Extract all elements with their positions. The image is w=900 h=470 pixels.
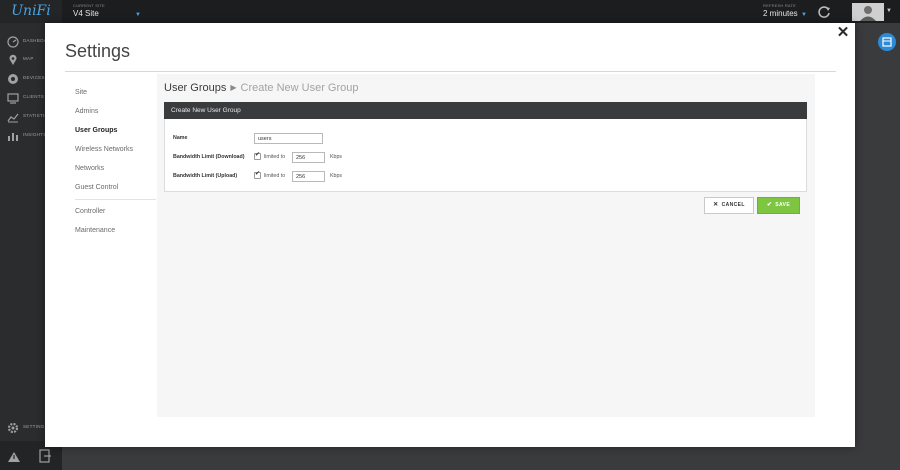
breadcrumb: User Groups ▶ Create New User Group <box>164 82 359 94</box>
settings-nav-admins[interactable]: Admins <box>75 108 98 115</box>
breadcrumb-current: Create New User Group <box>240 82 359 94</box>
bar-chart-icon <box>8 133 18 141</box>
download-unit: Kbps <box>330 154 343 160</box>
settings-modal: ✕ Settings Site Admins User Groups Wirel… <box>45 23 855 447</box>
cancel-button-label: CANCEL <box>721 202 745 208</box>
chevron-down-icon: ▼ <box>135 12 141 18</box>
settings-nav-user-groups[interactable]: User Groups <box>75 127 117 134</box>
refresh-rate-selector[interactable]: REFRESH RATE 2 minutes ▼ <box>763 3 813 23</box>
check-icon: ✔ <box>255 152 261 158</box>
alert-icon[interactable] <box>8 452 20 462</box>
settings-nav-site[interactable]: Site <box>75 89 87 96</box>
settings-nav-networks[interactable]: Networks <box>75 165 104 172</box>
calendar-icon[interactable] <box>878 33 896 51</box>
dashboard-icon <box>7 36 19 48</box>
download-limit-input[interactable] <box>292 152 325 163</box>
top-bar: UniFi CURRENT SITE V4 Site ▼ REFRESH RAT… <box>0 0 900 23</box>
check-icon: ✔ <box>766 202 773 208</box>
line-chart-icon <box>7 113 19 123</box>
site-selector[interactable]: CURRENT SITE V4 Site ▼ <box>73 3 143 23</box>
upload-limit-input[interactable] <box>292 171 325 182</box>
close-icon: ✕ <box>713 202 719 208</box>
download-limit-checkbox[interactable]: ✔ <box>254 152 261 160</box>
name-label: Name <box>173 135 188 141</box>
check-icon: ✔ <box>255 171 261 177</box>
save-button-label: SAVE <box>775 202 791 208</box>
exit-icon[interactable] <box>38 449 52 463</box>
settings-nav-controller[interactable]: Controller <box>75 208 105 215</box>
chevron-right-icon: ▶ <box>230 83 237 92</box>
upload-limited-to-label: limited to <box>264 173 286 179</box>
divider <box>75 199 156 200</box>
breadcrumb-root[interactable]: User Groups <box>164 82 226 94</box>
unifi-logo: UniFi <box>0 0 62 23</box>
avatar[interactable] <box>852 3 884 21</box>
name-input[interactable] <box>254 133 323 144</box>
settings-nav-wireless-networks[interactable]: Wireless Networks <box>75 146 133 153</box>
gear-icon <box>7 422 19 434</box>
upload-limit-checkbox[interactable]: ✔ <box>254 171 261 179</box>
upload-limit-label: Bandwidth Limit (Upload) <box>173 173 238 179</box>
map-pin-icon <box>9 54 17 65</box>
monitor-icon <box>7 93 19 104</box>
divider <box>65 71 836 72</box>
chevron-down-icon: ▼ <box>801 12 807 18</box>
settings-nav-guest-control[interactable]: Guest Control <box>75 184 118 191</box>
download-limited-to-label: limited to <box>264 154 286 160</box>
download-limit-label: Bandwidth Limit (Download) <box>173 154 245 160</box>
user-group-form: Name Bandwidth Limit (Download) ✔ limite… <box>164 119 807 192</box>
reload-icon[interactable] <box>816 4 832 20</box>
nav-item-label: MAP <box>23 56 34 61</box>
settings-nav-maintenance[interactable]: Maintenance <box>75 227 115 234</box>
close-icon[interactable]: ✕ <box>836 25 850 40</box>
site-name: V4 Site <box>73 9 99 18</box>
form-header: Create New User Group <box>164 102 807 119</box>
cancel-button[interactable]: ✕ CANCEL <box>704 197 754 214</box>
devices-icon <box>8 74 18 84</box>
upload-unit: Kbps <box>330 173 343 179</box>
save-button[interactable]: ✔ SAVE <box>757 197 800 214</box>
chevron-down-icon[interactable]: ▼ <box>886 8 892 14</box>
modal-title: Settings <box>65 41 131 61</box>
nav-item-label: DEVICES <box>23 75 45 80</box>
nav-item-label: CLIENTS <box>23 94 45 99</box>
nav-item-label: INSIGHTS <box>23 132 47 137</box>
